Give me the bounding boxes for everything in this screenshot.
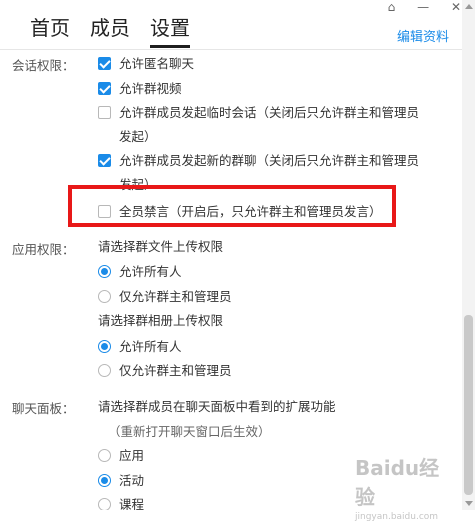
checkbox-checked-icon[interactable]	[98, 154, 111, 167]
checkbox-unchecked-icon[interactable]	[98, 106, 111, 119]
session-permissions-label: 会话权限：	[12, 58, 75, 73]
checkbox-checked-icon[interactable]	[98, 82, 111, 95]
tab-settings[interactable]: 设置	[150, 14, 190, 48]
radio-selected-icon[interactable]	[98, 340, 111, 353]
close-button[interactable]: ✕	[451, 0, 461, 14]
radio-selected-icon[interactable]	[98, 474, 111, 487]
edit-profile-link[interactable]: 编辑资料	[397, 26, 449, 45]
window-controls: ⌂ — ✕	[370, 0, 461, 14]
radio-unselected-icon[interactable]	[98, 498, 111, 510]
checkbox-checked-icon[interactable]	[98, 57, 111, 70]
scroll-up-icon[interactable]	[465, 4, 473, 9]
radio-unselected-icon[interactable]	[98, 290, 111, 303]
top-bar: 首页 成员 设置 ⌂ — ✕ 编辑资料	[0, 0, 475, 50]
radio-unselected-icon[interactable]	[98, 364, 111, 377]
scroll-down-icon[interactable]	[465, 501, 473, 506]
baidu-watermark-logo: Baidu经验 jingyan.baidu.com	[355, 456, 440, 522]
radio-selected-icon[interactable]	[98, 265, 111, 278]
app-permissions-label: 应用权限：	[12, 242, 75, 257]
tab-home[interactable]: 首页	[30, 14, 70, 42]
red-highlight-box	[68, 185, 396, 227]
settings-content: 会话权限： 允许匿名聊天 允许群视频 允许群成员发起临时会话（关闭后只允许群主和…	[12, 56, 420, 510]
tab-members[interactable]: 成员	[90, 14, 130, 42]
chat-panel-hint: （重新打开聊天窗口后生效）	[108, 424, 271, 439]
chat-panel-prompt: 请选择群成员在聊天面板中看到的扩展功能	[98, 399, 336, 414]
minimize-button[interactable]: —	[417, 0, 429, 14]
scrollbar-thumb[interactable]	[464, 315, 473, 495]
skin-icon[interactable]: ⌂	[388, 0, 396, 14]
vertical-scrollbar[interactable]	[462, 0, 475, 510]
file-upload-prompt: 请选择群文件上传权限	[98, 239, 224, 254]
radio-unselected-icon[interactable]	[98, 449, 111, 462]
chat-panel-label: 聊天面板：	[12, 401, 75, 416]
album-upload-prompt: 请选择群相册上传权限	[98, 313, 224, 328]
